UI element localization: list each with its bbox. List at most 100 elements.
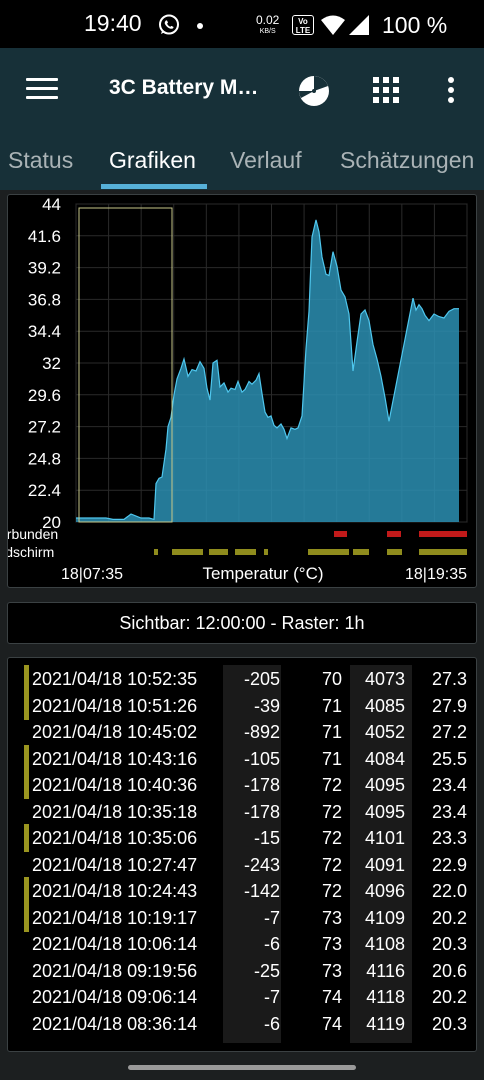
wifi-icon [321,15,345,35]
table-row[interactable]: 2021/04/18 10:40:36 -178 72 4095 23.4 [8,771,476,799]
row-temperature: 20.2 [431,907,467,928]
table-row[interactable]: 2021/04/18 09:19:56 -25 73 4116 20.6 [8,958,476,984]
row-current: -25 [253,960,280,981]
chart-panel[interactable]: 4441.639.236.834.43229.627.224.822.420er… [7,194,477,588]
network-speed-unit: KB/S [259,28,276,35]
row-level: 72 [321,854,342,875]
row-marker [24,691,29,720]
row-voltage: 4091 [364,854,405,875]
table-row[interactable]: 2021/04/18 10:45:02 -892 71 4052 27.2 [8,719,476,745]
x-start-label: 18|07:35 [61,566,123,583]
row-temperature: 23.3 [431,828,467,848]
table-row[interactable]: 2021/04/18 10:27:47 -243 72 4091 22.9 [8,852,476,878]
row-voltage: 4084 [364,748,405,769]
app-title: 3C Battery M… [109,76,259,99]
status-bar: 19:40 0.02 KB/S Vo LTE 100 % [0,0,484,48]
track-segment [387,549,402,555]
tab-grafiken[interactable]: Grafiken [109,147,196,174]
row-level: 73 [321,907,342,928]
track-label: ildschirm [8,544,54,560]
notification-dot-icon [197,23,203,29]
row-date: 2021/04/18 10:45:02 [32,722,198,742]
volte-bottom: LTE [295,26,311,35]
table-row[interactable]: 2021/04/18 10:06:14 -6 73 4108 20.3 [8,931,476,957]
track-segment [172,549,203,555]
pie-chart-icon[interactable] [297,74,331,108]
row-voltage: 4109 [364,907,405,928]
row-voltage: 4095 [364,775,405,795]
tab-schaetzungen[interactable]: Schätzungen [340,147,474,174]
row-date: 2021/04/18 10:35:06 [32,828,198,848]
network-speed-value: 0.02 [256,13,280,27]
table-row[interactable]: 2021/04/18 10:43:16 -105 71 4084 25.5 [8,744,476,773]
row-temperature: 27.2 [431,722,467,742]
row-date: 2021/04/18 10:06:14 [32,934,198,954]
track-segment [235,549,256,555]
row-level: 73 [321,960,342,981]
table-row[interactable]: 2021/04/18 10:24:43 -142 72 4096 22.0 [8,877,476,905]
app-bar: 3C Battery M… [0,48,484,132]
volte-icon: Vo LTE [292,15,314,35]
row-temperature: 22.0 [431,881,467,901]
row-level: 70 [321,669,342,689]
y-tick-label: 27.2 [28,418,61,437]
tab-verlauf[interactable]: Verlauf [230,147,302,174]
table-row[interactable]: 2021/04/18 10:35:06 -15 72 4101 23.3 [8,824,476,852]
menu-icon[interactable] [26,78,58,102]
row-date: 2021/04/18 09:06:14 [32,987,198,1007]
row-voltage: 4096 [364,881,405,901]
home-indicator[interactable] [128,1065,356,1070]
row-marker [24,903,29,932]
table-row[interactable]: 2021/04/18 10:35:18 -178 72 4095 23.4 [8,799,476,825]
row-temperature: 27.9 [431,695,467,716]
track-segment [154,549,158,555]
track-segment [419,531,467,537]
row-level: 72 [321,775,342,795]
row-temperature: 25.5 [431,748,467,769]
row-level: 71 [321,748,342,769]
row-date: 2021/04/18 10:51:26 [32,695,198,716]
row-marker [24,771,29,799]
row-marker [24,877,29,905]
temperature-chart[interactable]: 4441.639.236.834.43229.627.224.822.420er… [8,195,477,588]
volte-top: Vo [298,17,308,26]
row-current: -178 [243,801,280,822]
table-row[interactable]: 2021/04/18 10:52:35 -205 70 4073 27.3 [8,665,476,693]
y-tick-label: 44 [42,195,61,214]
row-date: 2021/04/18 10:43:16 [32,748,198,769]
y-tick-label: 34.4 [28,322,61,341]
row-voltage: 4108 [364,934,405,954]
row-level: 72 [321,828,342,848]
row-temperature: 20.2 [431,987,467,1007]
y-tick-label: 22.4 [28,481,61,500]
tab-status[interactable]: Status [8,147,73,174]
more-vert-icon[interactable] [440,76,462,106]
row-date: 2021/04/18 08:36:14 [32,1013,198,1034]
row-voltage: 4073 [364,669,405,689]
table-row[interactable]: 2021/04/18 09:06:14 -7 74 4118 20.2 [8,984,476,1010]
row-current: -243 [243,854,280,875]
table-row[interactable]: 2021/04/18 10:19:17 -7 73 4109 20.2 [8,903,476,932]
chart-title: Temperatur (°C) [202,564,323,583]
row-current: -205 [243,669,280,689]
table-row[interactable]: 2021/04/18 08:36:14 -6 74 4119 20.3 [8,1011,476,1037]
row-current: -39 [253,695,280,716]
row-temperature: 22.9 [431,854,467,875]
track-segment [353,549,369,555]
history-table[interactable]: 2021/04/18 10:52:35 -205 70 4073 27.3 2021/04… [7,657,477,1052]
y-tick-label: 36.8 [28,290,61,309]
row-temperature: 27.3 [431,669,467,689]
row-level: 72 [321,881,342,901]
row-current: -105 [243,748,280,769]
grid-icon[interactable] [373,77,399,103]
y-tick-label: 29.6 [28,386,61,405]
row-date: 2021/04/18 10:40:36 [32,775,198,795]
row-level: 74 [321,987,342,1007]
table-row[interactable]: 2021/04/18 10:51:26 -39 71 4085 27.9 [8,691,476,720]
row-voltage: 4101 [364,828,405,848]
row-marker [24,744,29,773]
visible-range-info[interactable]: Sichtbar: 12:00:00 - Raster: 1h [7,602,477,644]
signal-icon [349,15,369,35]
row-level: 71 [321,722,342,742]
row-temperature: 20.3 [431,1013,467,1034]
